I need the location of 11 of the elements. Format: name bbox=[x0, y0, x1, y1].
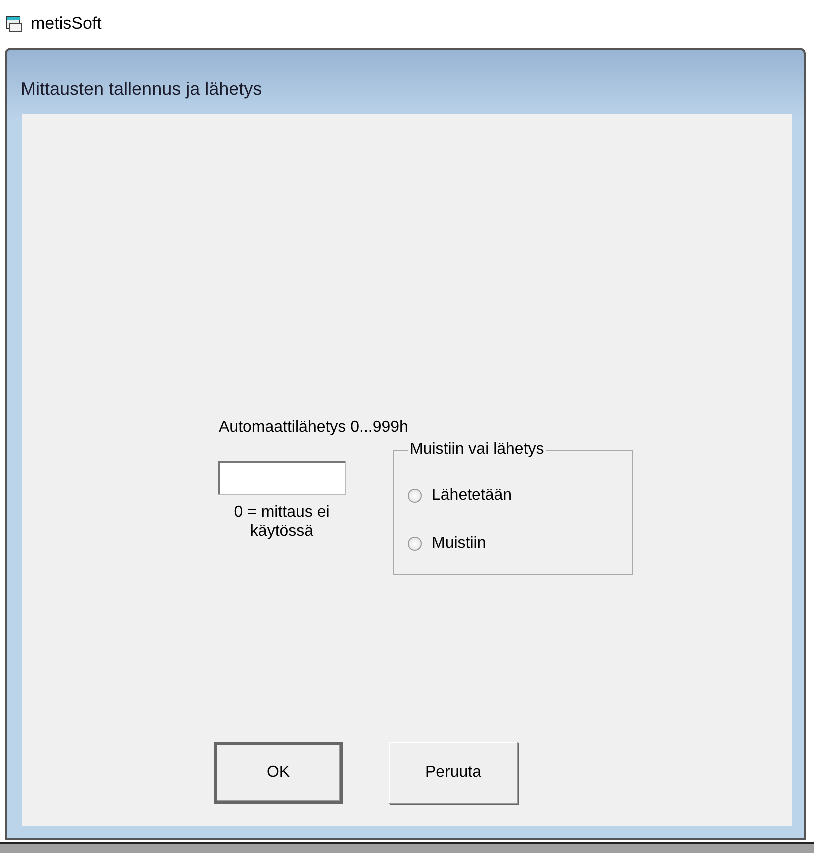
group-title: Muistiin vai lähetys bbox=[409, 441, 546, 459]
interval-label: Automaattilähetys 0...999h bbox=[219, 419, 410, 437]
app-title: metisSoft bbox=[31, 14, 102, 34]
interval-hint: 0 = mittaus ei käytössä bbox=[233, 503, 331, 541]
radio-option[interactable]: Lähetetään bbox=[408, 487, 618, 505]
ok-button[interactable]: OK bbox=[214, 742, 343, 804]
dialog-title: Mittausten tallennus ja lähetys bbox=[21, 79, 262, 100]
cancel-button[interactable]: Peruuta bbox=[389, 742, 518, 804]
app-icon bbox=[6, 16, 23, 32]
radio-option[interactable]: Muistiin bbox=[408, 535, 618, 553]
interval-field[interactable] bbox=[218, 461, 346, 495]
